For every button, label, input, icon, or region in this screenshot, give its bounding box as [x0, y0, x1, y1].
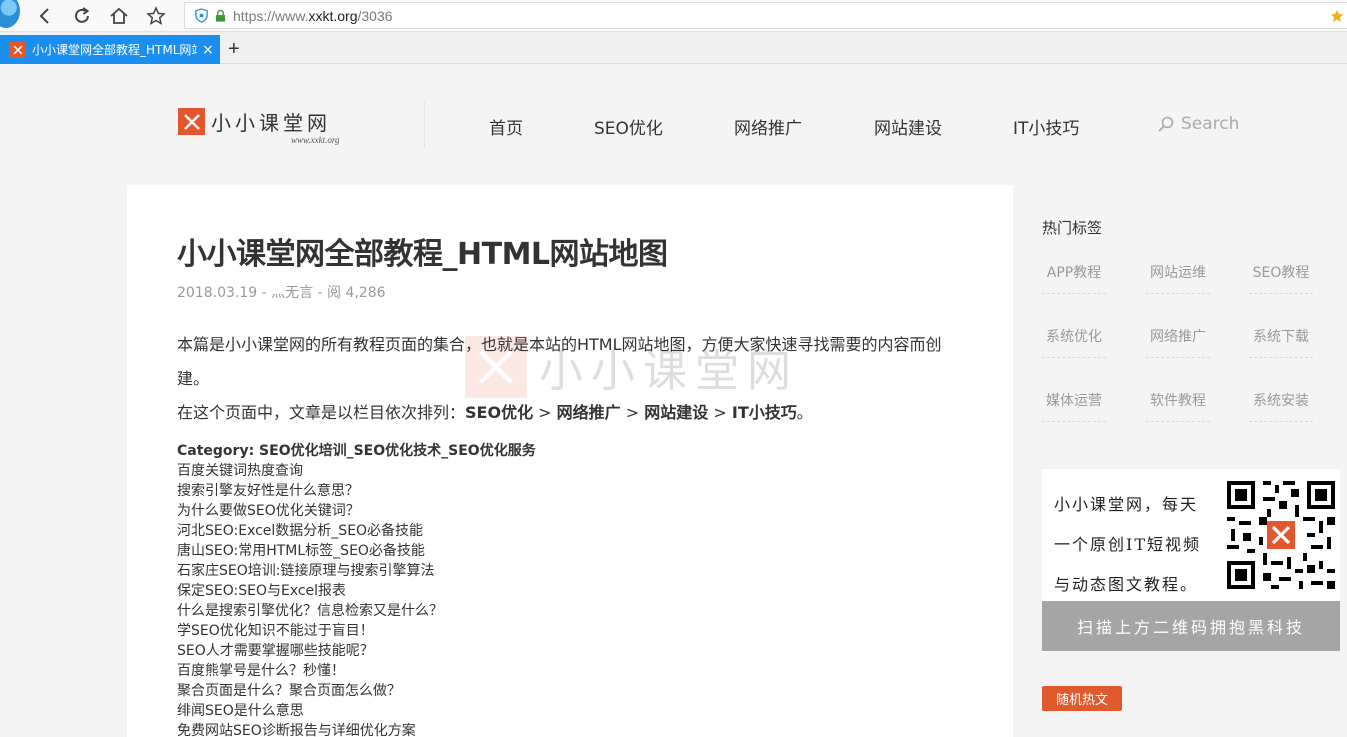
intro-crumb-webbuild[interactable]: 网站建设 — [644, 403, 708, 422]
tab-strip: 小小课堂网全部教程_HTML网站地图 × + — [0, 32, 1347, 64]
list-item[interactable]: SEO人才需要掌握哪些技能呢？ — [177, 641, 536, 661]
category-heading[interactable]: Category: SEO优化培训_SEO优化技术_SEO优化服务 — [177, 441, 536, 461]
qr-caption: 扫描上方二维码拥抱黑科技 — [1042, 601, 1340, 651]
back-button[interactable] — [30, 2, 60, 30]
sitemap-list: Category: SEO优化培训_SEO优化技术_SEO优化服务 百度关键词热… — [177, 441, 536, 737]
search-icon — [1158, 116, 1174, 132]
article-card: 小小课堂网全部教程_HTML网站地图 2018.03.19 - 灬无言 - 阅 … — [127, 185, 1013, 737]
bookmark-button[interactable] — [141, 2, 171, 30]
list-item[interactable]: 石家庄SEO培训:链接原理与搜索引擎算法 — [177, 561, 536, 581]
sidebar: 热门标签 APP教程 网站运维 SEO教程 系统优化 网络推广 系统下载 媒体运… — [1013, 185, 1347, 737]
hot-tags-title: 热门标签 — [1042, 219, 1103, 237]
tag-item[interactable]: 网络推广 — [1142, 326, 1214, 358]
favicon-icon — [10, 41, 26, 58]
nav-item-promotion[interactable]: 网络推广 — [734, 114, 802, 139]
search-field[interactable]: Search — [1157, 114, 1239, 134]
browser-logo-icon — [0, 0, 20, 28]
list-item[interactable]: 免费网站SEO诊断报告与详细优化方案 — [177, 721, 536, 737]
tag-item[interactable]: 媒体运营 — [1038, 390, 1110, 422]
back-arrow-icon — [39, 8, 49, 24]
site-logo[interactable]: 小小课堂网 www.xxkt.org — [178, 107, 340, 145]
list-item[interactable]: 百度熊掌号是什么？秒懂！ — [177, 661, 536, 681]
tag-item[interactable]: 系统安装 — [1245, 390, 1317, 422]
shield-icon — [195, 8, 208, 23]
qr-promo-card: 小小课堂网，每天 一个原创IT短视频 与动态图文教程。 扫描上方二维码拥抱黑科技 — [1042, 469, 1340, 651]
bookmark-star-icon[interactable] — [1331, 9, 1343, 23]
new-tab-button[interactable]: + — [228, 38, 240, 61]
random-articles-button[interactable]: 随机热文 — [1042, 686, 1122, 711]
reload-icon — [75, 7, 90, 23]
list-item[interactable]: 搜索引擎友好性是什么意思？ — [177, 481, 536, 501]
active-tab[interactable]: 小小课堂网全部教程_HTML网站地图 × — [0, 35, 220, 64]
address-bar[interactable]: https://www.xxkt.org/3036 — [184, 2, 1347, 29]
intro-paragraph: 本篇是小小课堂网的所有教程页面的集合，也就是本站的HTML网站地图，方便大家快速… — [177, 335, 942, 388]
intro-crumb-seo[interactable]: SEO优化 — [465, 403, 533, 422]
browser-toolbar: https://www.xxkt.org/3036 — [0, 0, 1347, 32]
list-item[interactable]: 学SEO优化知识不能过于盲目！ — [177, 621, 536, 641]
reload-button[interactable] — [67, 2, 97, 30]
header-divider — [424, 102, 425, 148]
lock-icon — [215, 9, 226, 22]
list-item[interactable]: 保定SEO:SEO与Excel报表 — [177, 581, 536, 601]
tab-title: 小小课堂网全部教程_HTML网站地图 — [32, 43, 197, 57]
tag-item[interactable]: 软件教程 — [1142, 390, 1214, 422]
star-icon — [146, 6, 166, 26]
search-placeholder: Search — [1181, 114, 1240, 134]
qr-code-icon — [1223, 477, 1339, 593]
list-item[interactable]: 百度关键词热度查询 — [177, 461, 536, 481]
nav-item-seo[interactable]: SEO优化 — [594, 114, 663, 139]
tag-item[interactable]: 系统下载 — [1245, 326, 1317, 358]
list-item[interactable]: 河北SEO:Excel数据分析_SEO必备技能 — [177, 521, 536, 541]
article-intro: 本篇是小小课堂网的所有教程页面的集合，也就是本站的HTML网站地图，方便大家快速… — [177, 328, 967, 430]
nav-item-webbuild[interactable]: 网站建设 — [874, 114, 942, 139]
logo-x-icon — [178, 108, 205, 135]
list-item[interactable]: 聚合页面是什么？聚合页面怎么做？ — [177, 681, 536, 701]
nav-item-home[interactable]: 首页 — [489, 114, 523, 139]
intro-crumb-promotion[interactable]: 网络推广 — [557, 403, 621, 422]
url-text: https://www.xxkt.org/3036 — [233, 7, 393, 24]
tag-item[interactable]: 系统优化 — [1038, 326, 1110, 358]
list-item[interactable]: 为什么要做SEO优化关键词？ — [177, 501, 536, 521]
nav-item-ittips[interactable]: IT小技巧 — [1013, 114, 1079, 139]
tag-item[interactable]: 网站运维 — [1142, 262, 1214, 294]
intro-breadcrumb-line: 在这个页面中，文章是以栏目依次排列：SEO优化 > 网络推广 > 网站建设 > … — [177, 403, 813, 422]
tag-item[interactable]: APP教程 — [1038, 262, 1110, 294]
logo-url: www.xxkt.org — [291, 135, 340, 145]
home-button[interactable] — [104, 2, 134, 30]
logo-name: 小小课堂网 — [211, 111, 331, 135]
list-item[interactable]: 唐山SEO:常用HTML标签_SEO必备技能 — [177, 541, 536, 561]
tag-item[interactable]: SEO教程 — [1245, 262, 1317, 294]
home-icon — [110, 7, 128, 24]
list-item[interactable]: 什么是搜索引擎优化？信息检索又是什么？ — [177, 601, 536, 621]
site-header: 小小课堂网 www.xxkt.org 首页 SEO优化 网络推广 网站建设 IT… — [0, 64, 1347, 184]
tab-close-icon[interactable]: × — [202, 42, 214, 58]
qr-promo-text: 小小课堂网，每天 一个原创IT短视频 与动态图文教程。 — [1054, 495, 1201, 594]
list-item[interactable]: 绯闻SEO是什么意思 — [177, 701, 536, 721]
article-title: 小小课堂网全部教程_HTML网站地图 — [177, 237, 668, 272]
article-meta: 2018.03.19 - 灬无言 - 阅 4,286 — [177, 285, 386, 301]
intro-crumb-ittips[interactable]: IT小技巧 — [732, 403, 797, 422]
